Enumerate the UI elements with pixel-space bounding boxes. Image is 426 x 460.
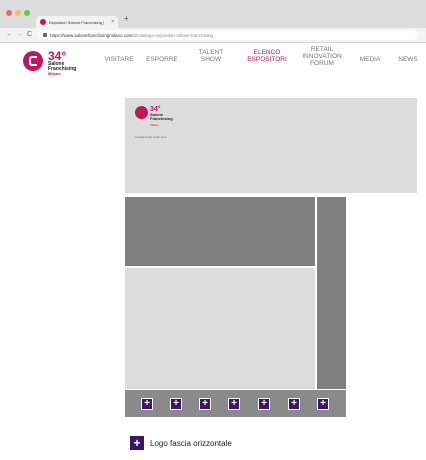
add-logo-button-2[interactable]: +	[170, 398, 182, 410]
legend: + Logo fascia orizzontale	[130, 436, 232, 450]
mini-logo-mark-icon	[135, 106, 148, 119]
maximize-window-icon[interactable]	[24, 10, 30, 16]
nav-item-visitare[interactable]: VISITARE	[104, 56, 134, 63]
nav-item-elenco-espositori[interactable]: ELENCO ESPOSITORI	[245, 49, 289, 63]
url-text: https://www.salonefranchisingmilano.com/…	[50, 32, 213, 38]
stand-map-logo: 34° Salone Franchising Milano INTERNATION…	[135, 106, 179, 139]
tab-close-icon[interactable]: ×	[111, 19, 114, 25]
back-button[interactable]: ←	[6, 30, 13, 40]
stand-map-side-column	[317, 197, 346, 389]
forward-button[interactable]: →	[16, 30, 23, 40]
mini-logo-subtitle: INTERNATIONAL RETAIL EXPO	[135, 137, 167, 139]
legend-plus-icon: +	[130, 436, 144, 450]
main-nav: VISITARE ESPORRE TALENT SHOW ELENCO ESPO…	[0, 44, 426, 78]
site-header: 34° Salone Franchising Milano VISITARE ES…	[0, 44, 426, 78]
add-logo-button-1[interactable]: +	[141, 398, 153, 410]
add-logo-button-5[interactable]: +	[258, 398, 270, 410]
add-logo-button-3[interactable]: +	[199, 398, 211, 410]
minimize-window-icon[interactable]	[15, 10, 21, 16]
favicon-icon	[40, 19, 46, 25]
url-bar[interactable]: https://www.salonefranchisingmilano.com/…	[38, 30, 418, 40]
mini-logo-text: Salone Franchising	[150, 112, 173, 121]
stand-map-dark-block	[125, 197, 315, 266]
reload-button[interactable]: C	[27, 30, 32, 40]
nav-item-esporre[interactable]: ESPORRE	[145, 56, 179, 63]
stand-map-light-block	[125, 268, 315, 389]
nav-item-media[interactable]: MEDIA	[357, 56, 383, 63]
close-window-icon[interactable]	[6, 10, 12, 16]
new-tab-button[interactable]: +	[124, 15, 129, 23]
add-logo-button-4[interactable]: +	[228, 398, 240, 410]
nav-item-news[interactable]: NEWS	[395, 56, 421, 63]
legend-label: Logo fascia orizzontale	[150, 438, 232, 448]
browser-tab-strip: Espositori Salone Franchising | × +	[0, 0, 426, 28]
nav-item-talent-show[interactable]: TALENT SHOW	[197, 49, 225, 63]
lock-icon	[43, 33, 47, 37]
browser-tab[interactable]: Espositori Salone Franchising | ×	[36, 16, 118, 28]
nav-item-retail-innovation-forum[interactable]: RETAIL INNOVATION FORUM	[301, 46, 343, 67]
add-logo-button-6[interactable]: +	[288, 398, 300, 410]
add-logo-button-7[interactable]: +	[317, 398, 329, 410]
address-toolbar: ← → C https://www.salonefranchisingmilan…	[0, 28, 426, 43]
mini-logo-city: Milano	[150, 123, 159, 127]
tab-title: Espositori Salone Franchising |	[49, 19, 105, 25]
